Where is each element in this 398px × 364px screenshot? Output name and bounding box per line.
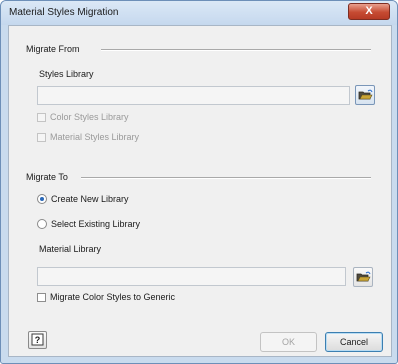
help-glyph: ? xyxy=(35,335,41,345)
dialog-body: Migrate From Styles Library Color Styles… xyxy=(8,25,392,357)
color-styles-checkbox[interactable]: Color Styles Library xyxy=(37,112,129,122)
select-existing-radio[interactable] xyxy=(37,219,47,229)
material-styles-label: Material Styles Library xyxy=(50,132,140,142)
select-existing-library-option[interactable]: Select Existing Library xyxy=(37,219,140,229)
material-styles-checkbox[interactable]: Material Styles Library xyxy=(37,132,139,142)
material-library-browse-button[interactable] xyxy=(353,267,373,287)
migrate-to-heading: Migrate To xyxy=(26,172,68,182)
migrate-to-divider xyxy=(81,177,371,179)
material-styles-box[interactable] xyxy=(37,132,46,142)
material-library-label: Material Library xyxy=(39,244,102,254)
folder-browse-icon xyxy=(358,89,373,100)
create-new-radio[interactable] xyxy=(37,194,47,204)
migrate-color-styles-box[interactable] xyxy=(37,292,46,302)
ok-button[interactable]: OK xyxy=(260,332,317,352)
window-title: Material Styles Migration xyxy=(9,7,119,18)
material-library-field[interactable] xyxy=(37,267,346,286)
color-styles-box[interactable] xyxy=(37,112,46,122)
migrate-color-styles-checkbox[interactable]: Migrate Color Styles to Generic xyxy=(37,292,175,302)
cancel-button[interactable]: Cancel xyxy=(325,332,383,352)
migrate-from-heading: Migrate From xyxy=(26,44,80,54)
migrate-from-divider xyxy=(101,49,371,51)
color-styles-label: Color Styles Library xyxy=(50,112,129,122)
styles-library-browse-button[interactable] xyxy=(355,85,375,105)
help-button[interactable]: ? xyxy=(28,331,47,349)
create-new-library-option[interactable]: Create New Library xyxy=(37,194,129,204)
styles-library-label: Styles Library xyxy=(39,69,94,79)
folder-browse-icon xyxy=(356,271,371,282)
close-button[interactable]: X xyxy=(348,3,390,20)
create-new-label: Create New Library xyxy=(51,194,129,204)
dialog-window: Material Styles Migration X Migrate From… xyxy=(0,0,398,364)
styles-library-field[interactable] xyxy=(37,86,350,105)
title-bar[interactable]: Material Styles Migration X xyxy=(1,1,397,25)
migrate-color-styles-label: Migrate Color Styles to Generic xyxy=(50,292,176,302)
help-icon: ? xyxy=(31,333,44,346)
close-icon: X xyxy=(365,5,373,17)
select-existing-label: Select Existing Library xyxy=(51,219,141,229)
